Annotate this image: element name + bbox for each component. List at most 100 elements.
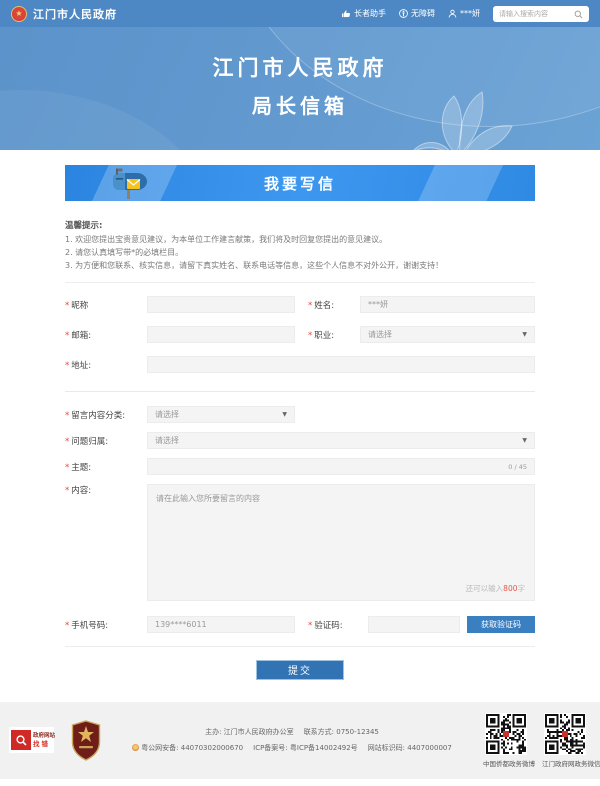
captcha-input[interactable]: [368, 616, 460, 633]
weibo-qr-code: [485, 713, 527, 755]
hero-title-line2: 局长信箱: [0, 90, 600, 119]
banner-title: 我要写信: [264, 173, 336, 194]
address-label: *地址:: [65, 359, 147, 371]
address-input[interactable]: [147, 356, 535, 373]
tip-item: 3. 为方便和您联系、核实信息，请留下真实姓名、联系电话等信息，这些个人信息不对…: [65, 259, 535, 272]
find-error-text-line1: 政府网站: [33, 732, 55, 740]
site-code-text: 网站标识码: 4407000007: [368, 744, 452, 752]
user-account-link[interactable]: ***妍: [448, 8, 480, 19]
email-input[interactable]: [147, 326, 295, 343]
search-placeholder: 请输入搜索内容: [499, 9, 574, 19]
hero-title-line1: 江门市人民政府: [0, 27, 600, 82]
category-label: *留言内容分类:: [65, 409, 147, 421]
form-row-nickname-name: *昵称 *姓名: ***妍: [65, 296, 535, 313]
icp-record-text[interactable]: ICP备案号: 粤ICP备14002492号: [253, 744, 358, 752]
weibo-qr-item: 中国侨都政务微博: [483, 713, 529, 768]
write-letter-banner: 我要写信: [65, 165, 535, 201]
email-label: *邮箱:: [65, 329, 147, 341]
form-row-belong: *问题归属: 请选择▼: [65, 432, 535, 449]
qr-code-group: 中国侨都政务微博 江门政府网政务微信: [483, 713, 588, 768]
chevron-down-icon: ▼: [282, 411, 287, 418]
tips-block: 温馨提示: 1. 欢迎您提出宝贵意见建议，为本单位工作建言献策，我们将及时回复您…: [65, 220, 535, 283]
letter-form: *昵称 *姓名: ***妍 *邮箱: *职业: 请选择▼ *地址: *留言内容分…: [65, 296, 535, 702]
required-asterisk: *: [65, 621, 69, 631]
government-shield-badge-icon[interactable]: [71, 720, 101, 761]
helping-hand-icon: [342, 9, 351, 18]
required-asterisk: *: [65, 331, 69, 341]
contact-text: 联系方式: 0750-12345: [304, 728, 379, 736]
name-label: *姓名:: [308, 299, 360, 311]
occupation-select[interactable]: 请选择▼: [360, 326, 535, 343]
content-char-counter: 还可以输入800字: [466, 583, 525, 594]
hero-header: 江门市人民政府 局长信箱: [0, 27, 600, 150]
accessibility-label: 无障碍: [411, 8, 435, 19]
security-record-text[interactable]: 粤公网安备: 44070302000670: [141, 744, 243, 752]
footer-host-line: 主办: 江门市人民政府办公室 联系方式: 0750-12345: [101, 724, 483, 740]
accessibility-icon: [399, 9, 408, 18]
nickname-input[interactable]: [147, 296, 295, 313]
occupation-label: *职业:: [308, 329, 360, 341]
phone-label: *手机号码:: [65, 619, 147, 631]
wechat-qr-caption: 江门政府网政务微信: [542, 758, 588, 768]
chevron-down-icon: ▼: [522, 437, 527, 444]
mailbox-icon: [111, 168, 147, 199]
nickname-label: *昵称: [65, 299, 147, 311]
form-row-category: *留言内容分类: 请选择▼: [65, 406, 535, 423]
find-error-magnifier-icon: [11, 730, 31, 750]
search-icon[interactable]: [574, 4, 583, 23]
site-name[interactable]: 江门市人民政府: [33, 6, 117, 22]
footer-record-line: 粤公网安备: 44070302000670 ICP备案号: 粤ICP备140024…: [101, 740, 483, 756]
required-asterisk: *: [308, 331, 312, 341]
content-placeholder: 请在此输入您所要留言的内容: [156, 494, 260, 503]
user-icon: [448, 9, 457, 18]
name-input[interactable]: ***妍: [360, 296, 535, 313]
top-bar: ★ 江门市人民政府 长者助手 无障碍 ***妍 请输入搜索内容: [0, 0, 600, 27]
phone-input[interactable]: 139****6011: [147, 616, 295, 633]
subject-label: *主题:: [65, 461, 147, 473]
national-emblem-icon: ★: [11, 6, 27, 22]
form-row-content: *内容: 请在此输入您所要留言的内容 还可以输入800字: [65, 484, 535, 601]
content-label: *内容:: [65, 484, 147, 496]
form-row-address: *地址:: [65, 356, 535, 373]
belong-select[interactable]: 请选择▼: [147, 432, 535, 449]
elder-assistant-label: 长者助手: [354, 8, 386, 19]
host-text: 主办: 江门市人民政府办公室: [205, 728, 294, 736]
captcha-label: *验证码:: [308, 619, 360, 631]
police-badge-icon: [132, 744, 139, 751]
accessibility-link[interactable]: 无障碍: [399, 8, 435, 19]
footer-info: 主办: 江门市人民政府办公室 联系方式: 0750-12345 粤公网安备: 44…: [101, 724, 483, 756]
subject-char-counter: 0 / 45: [508, 463, 527, 471]
get-captcha-button[interactable]: 获取验证码: [467, 616, 535, 633]
wechat-qr-code: [544, 713, 586, 755]
required-asterisk: *: [65, 486, 69, 496]
find-error-text-line2: 找错: [33, 740, 55, 748]
form-row-phone-captcha: *手机号码: 139****6011 *验证码: 获取验证码: [65, 616, 535, 633]
required-asterisk: *: [308, 301, 312, 311]
required-asterisk: *: [65, 361, 69, 371]
form-row-subject: *主题: 0 / 45: [65, 458, 535, 475]
submit-button[interactable]: 提交: [256, 660, 344, 680]
wechat-qr-item: 江门政府网政务微信: [542, 713, 588, 768]
main-content: 我要写信 温馨提示: 1. 欢迎您提出宝贵意见建议，为本单位工作建言献策，我们将…: [0, 165, 600, 702]
belong-label: *问题归属:: [65, 435, 147, 447]
required-asterisk: *: [65, 301, 69, 311]
user-name-label: ***妍: [460, 8, 480, 19]
tip-item: 2. 请您认真填写带*的必填栏目。: [65, 246, 535, 259]
tip-item: 1. 欢迎您提出宝贵意见建议，为本单位工作建言献策，我们将及时回复您提出的意见建…: [65, 233, 535, 246]
required-asterisk: *: [65, 411, 69, 421]
elder-assistant-link[interactable]: 长者助手: [342, 8, 386, 19]
required-asterisk: *: [308, 621, 312, 631]
content-textarea[interactable]: 请在此输入您所要留言的内容 还可以输入800字: [147, 484, 535, 601]
category-select[interactable]: 请选择▼: [147, 406, 295, 423]
tips-heading: 温馨提示:: [65, 220, 535, 233]
search-input[interactable]: 请输入搜索内容: [493, 6, 589, 22]
find-site-error-badge[interactable]: 政府网站 找错: [9, 727, 54, 753]
footer: 政府网站 找错 主办: 江门市人民政府办公室 联系方式: 0750-12345 粤…: [0, 702, 600, 779]
submit-row: 提交: [65, 646, 535, 702]
chevron-down-icon: ▼: [522, 331, 527, 338]
form-row-email-occupation: *邮箱: *职业: 请选择▼: [65, 326, 535, 343]
section-divider: [65, 391, 535, 392]
weibo-qr-caption: 中国侨都政务微博: [483, 758, 529, 768]
required-asterisk: *: [65, 463, 69, 473]
subject-input[interactable]: 0 / 45: [147, 458, 535, 475]
